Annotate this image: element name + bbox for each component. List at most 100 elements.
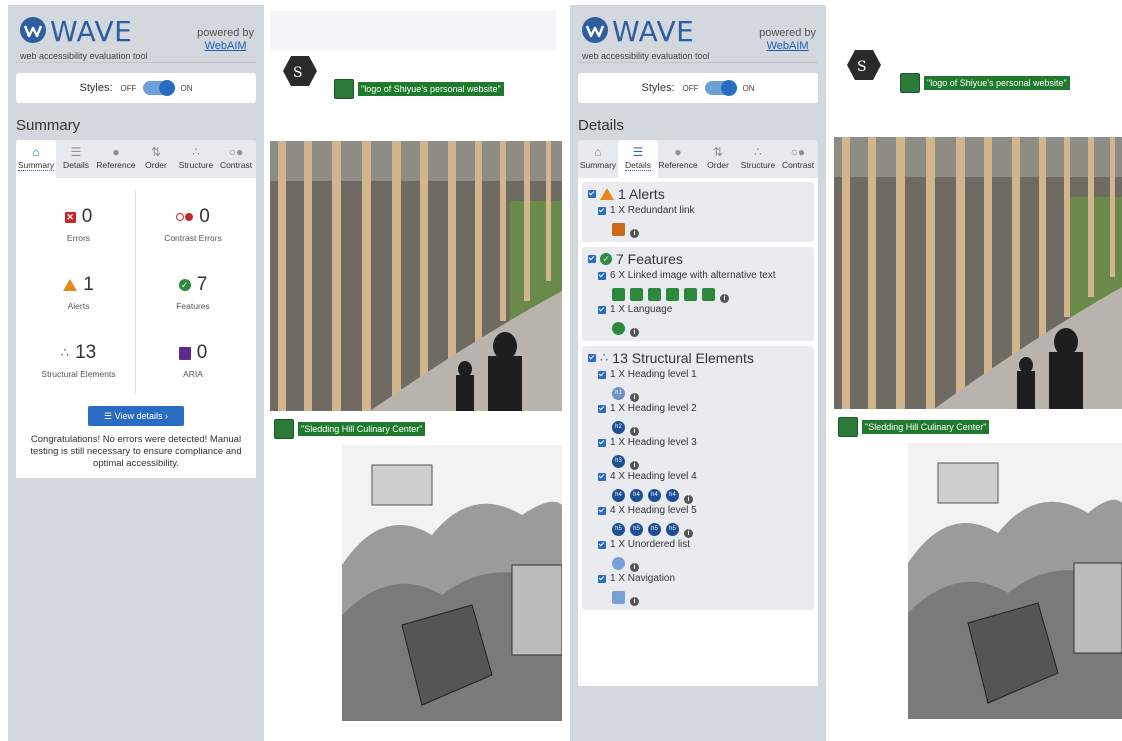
- heading-4-checkbox[interactable]: [598, 472, 606, 481]
- wave-logo-icon: [582, 17, 608, 43]
- linked-image-icon[interactable]: [612, 288, 625, 301]
- heading-4-icon[interactable]: h4: [666, 489, 679, 502]
- tab-summary[interactable]: ⌂ Summary: [578, 140, 618, 178]
- linked-image-icon[interactable]: [702, 288, 715, 301]
- language-checkbox[interactable]: [598, 305, 606, 314]
- heading-3-checkbox[interactable]: [598, 438, 606, 447]
- heading-5-icon[interactable]: h5: [648, 523, 661, 536]
- tab-structure[interactable]: ∴ Structure: [738, 140, 778, 178]
- svg-text:S: S: [857, 59, 867, 75]
- redundant-link-checkbox[interactable]: [598, 206, 606, 215]
- info-icon[interactable]: i: [630, 328, 639, 337]
- alt-text-tag-logo: "logo of Shiyue's personal website": [900, 73, 1070, 93]
- linked-image-checkbox[interactable]: [598, 271, 606, 280]
- heading-5-icon[interactable]: h5: [666, 523, 679, 536]
- alert-icon: [63, 279, 78, 291]
- panel-title: Summary: [16, 117, 81, 134]
- language-icon[interactable]: [612, 322, 625, 335]
- aria-stat[interactable]: 0 ARIA: [136, 326, 250, 394]
- styles-toggle[interactable]: [142, 80, 175, 96]
- heading-1-checkbox[interactable]: [598, 370, 606, 379]
- heading-5-icon[interactable]: h5: [612, 523, 625, 536]
- heading-5-checkbox[interactable]: [598, 506, 606, 515]
- panel-title: Details: [578, 117, 624, 134]
- info-icon[interactable]: i: [684, 495, 693, 504]
- unordered-list-icon[interactable]: [612, 557, 625, 570]
- powered-by: powered by WebAIM: [759, 27, 816, 53]
- info-icon[interactable]: i: [630, 563, 639, 572]
- contrast-error-icon: [176, 213, 194, 221]
- linked-image-icon[interactable]: [838, 417, 858, 437]
- congrats-message: Congratulations! No errors were detected…: [30, 434, 242, 469]
- heading-4-icon[interactable]: h4: [612, 489, 625, 502]
- linked-image-icon[interactable]: [684, 288, 697, 301]
- alert-icon: [600, 188, 614, 200]
- heading-2-icon[interactable]: h2: [612, 421, 625, 434]
- tab-reference[interactable]: ● Reference: [96, 140, 136, 178]
- building-photo[interactable]: [270, 141, 562, 411]
- styles-toggle[interactable]: [704, 80, 737, 96]
- features-stat[interactable]: ✓ 7 Features: [136, 258, 250, 326]
- info-icon[interactable]: i: [630, 427, 639, 436]
- info-icon[interactable]: i: [630, 597, 639, 606]
- building-photo[interactable]: [834, 137, 1122, 409]
- feature-check-icon: ✓: [600, 253, 612, 265]
- details-content: 1 Alerts 1 X Redundant link i ✓ 7 Feature…: [578, 178, 818, 686]
- sketch-image[interactable]: [908, 443, 1122, 719]
- linked-image-icon[interactable]: [900, 73, 920, 93]
- aria-icon: [178, 346, 191, 360]
- linked-image-icon[interactable]: [334, 79, 354, 99]
- webaim-link[interactable]: WebAIM: [197, 40, 254, 53]
- view-details-button[interactable]: ☰ View details ›: [88, 406, 184, 426]
- errors-stat[interactable]: ✕ 0 Errors: [22, 190, 136, 258]
- tab-details[interactable]: ☰ Details: [618, 140, 658, 178]
- info-icon[interactable]: i: [720, 294, 729, 303]
- alerts-stat[interactable]: 1 Alerts: [22, 258, 136, 326]
- tab-order[interactable]: ⇅ Order: [698, 140, 738, 178]
- info-icon[interactable]: i: [630, 461, 639, 470]
- heading-5-icon[interactable]: h5: [630, 523, 643, 536]
- heading-1-icon[interactable]: h1: [612, 387, 625, 400]
- linked-image-icon[interactable]: [648, 288, 661, 301]
- webaim-link[interactable]: WebAIM: [759, 40, 816, 53]
- sketch-image[interactable]: [342, 445, 562, 721]
- site-logo-icon[interactable]: S: [846, 49, 882, 81]
- tab-structure[interactable]: ∴ Structure: [176, 140, 216, 178]
- info-icon[interactable]: i: [684, 529, 693, 538]
- linked-image-icon[interactable]: [274, 419, 294, 439]
- tab-reference[interactable]: ● Reference: [658, 140, 698, 178]
- info-icon[interactable]: i: [630, 393, 639, 402]
- linked-image-icon[interactable]: [630, 288, 643, 301]
- tab-contrast[interactable]: ○● Contrast: [216, 140, 256, 178]
- contrast-icon: ○●: [790, 145, 806, 159]
- order-icon: ⇅: [712, 145, 724, 159]
- linked-image-icon[interactable]: [666, 288, 679, 301]
- contrast-errors-stat[interactable]: 0 Contrast Errors: [136, 190, 250, 258]
- tab-summary[interactable]: ⌂ Summary: [16, 140, 56, 178]
- heading-4-icon[interactable]: h4: [630, 489, 643, 502]
- site-logo-icon[interactable]: S: [282, 55, 318, 87]
- structure-icon: ∴: [754, 145, 762, 159]
- styles-toggle-row: Styles: OFF ON: [16, 73, 256, 103]
- redundant-link-icon[interactable]: [612, 223, 625, 236]
- unordered-list-checkbox[interactable]: [598, 540, 606, 549]
- info-icon[interactable]: i: [630, 229, 639, 238]
- navigation-checkbox[interactable]: [598, 574, 606, 583]
- tab-details[interactable]: ☰ Details: [56, 140, 96, 178]
- screenshot-root: WAVE web accessibility evaluation tool p…: [0, 0, 1122, 741]
- preview-header: [270, 11, 556, 51]
- tab-contrast[interactable]: ○● Contrast: [778, 140, 818, 178]
- heading-4-icon[interactable]: h4: [648, 489, 661, 502]
- structural-checkbox[interactable]: [588, 354, 596, 362]
- page-preview: S "logo of Shiyue's personal website" "S…: [264, 5, 562, 741]
- summary-grid: ✕ 0 Errors 0 Contrast Errors 1 Alerts ✓ 7 …: [16, 178, 256, 400]
- navigation-icon[interactable]: [612, 591, 625, 604]
- tab-order[interactable]: ⇅ Order: [136, 140, 176, 178]
- heading-2-checkbox[interactable]: [598, 404, 606, 413]
- features-checkbox[interactable]: [588, 255, 596, 263]
- structural-stat[interactable]: ∴ 13 Structural Elements: [22, 326, 136, 394]
- structure-icon: ∴: [60, 345, 70, 360]
- wave-logo-text: WAVE: [612, 15, 695, 48]
- heading-3-icon[interactable]: h3: [612, 455, 625, 468]
- alerts-checkbox[interactable]: [588, 190, 596, 198]
